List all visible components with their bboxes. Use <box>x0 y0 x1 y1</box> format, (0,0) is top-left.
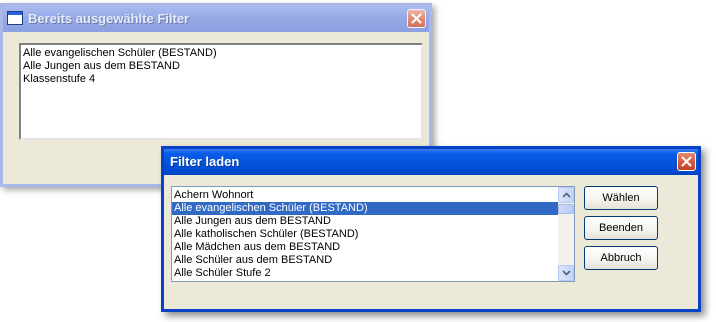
list-item[interactable]: Alle Schüler Stufe 2 <box>172 267 558 280</box>
list-item[interactable]: Alle Jungen aus dem BESTAND <box>172 215 558 228</box>
list-item-selected[interactable]: Alle evangelischen Schüler (BESTAND) <box>172 202 558 215</box>
list-item[interactable]: Alle katholischen Schüler (BESTAND) <box>172 228 558 241</box>
list-item[interactable]: Alle Mädchen aus dem BESTAND <box>172 241 558 254</box>
list-item[interactable]: Achern Wohnort <box>172 189 558 202</box>
window-app-icon <box>7 11 23 25</box>
list-item[interactable]: Alle evangelischen Schüler (BESTAND) <box>21 47 421 60</box>
close-icon <box>411 13 422 24</box>
load-filter-titlebar[interactable]: Filter laden <box>164 149 698 175</box>
chevron-down-icon <box>562 270 571 276</box>
chevron-up-icon <box>562 192 571 198</box>
scroll-up-button[interactable] <box>558 187 574 203</box>
filter-list[interactable]: Achern Wohnort Alle evangelischen Schüle… <box>171 186 575 282</box>
selected-filters-list[interactable]: Alle evangelischen Schüler (BESTAND) All… <box>19 43 423 140</box>
cancel-button[interactable]: Abbruch <box>584 246 658 270</box>
list-item[interactable]: Klassenstufe 4 <box>21 73 421 86</box>
list-item[interactable]: Alle Jungen aus dem BESTAND <box>21 60 421 73</box>
list-item[interactable]: Alle Schüler aus dem BESTAND <box>172 254 558 267</box>
finish-button[interactable]: Beenden <box>584 216 658 240</box>
close-button[interactable] <box>407 9 426 28</box>
scroll-down-button[interactable] <box>558 265 574 281</box>
vertical-scrollbar[interactable] <box>558 187 574 281</box>
window-title: Filter laden <box>170 154 240 169</box>
filter-list-items: Achern Wohnort Alle evangelischen Schüle… <box>172 189 558 280</box>
scroll-thumb[interactable] <box>558 204 574 214</box>
choose-button[interactable]: Wählen <box>584 186 658 210</box>
load-filter-window: Filter laden Achern Wohnort Alle evangel… <box>161 146 701 312</box>
close-icon <box>681 156 692 167</box>
selected-filters-titlebar[interactable]: Bereits ausgewählte Filter <box>3 6 429 32</box>
close-button[interactable] <box>677 152 696 171</box>
window-title: Bereits ausgewählte Filter <box>28 11 190 26</box>
